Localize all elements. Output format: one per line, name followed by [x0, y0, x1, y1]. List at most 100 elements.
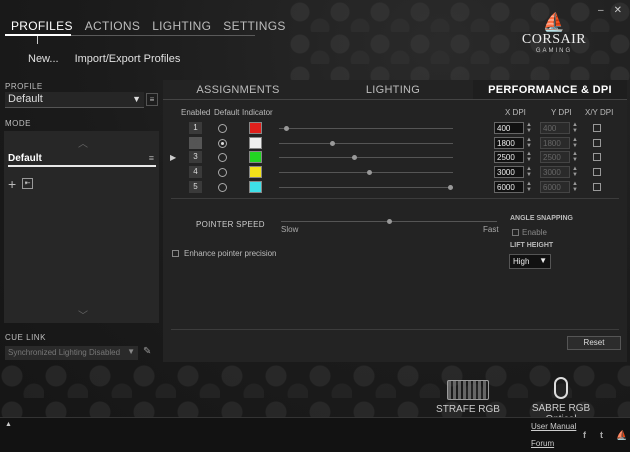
nav-tick [37, 36, 38, 44]
window-controls: – ✕ [598, 5, 622, 16]
corsair-small-icon[interactable]: ⛵ [616, 430, 627, 441]
close-icon[interactable]: ✕ [614, 5, 622, 16]
y-dpi-spinner-icon: ▲ ▼ [572, 151, 578, 163]
cue-link-value: Synchronized Lighting Disabled [8, 348, 121, 357]
tab-lighting[interactable]: LIGHTING [146, 17, 217, 35]
keyboard-icon [447, 380, 489, 400]
stage-default-radio[interactable] [218, 139, 227, 148]
twitter-icon[interactable]: t [600, 430, 603, 440]
x-dpi-spinner-icon[interactable]: ▲ ▼ [526, 122, 532, 134]
pointer-speed-fast: Fast [483, 225, 499, 234]
stage-indicator-color[interactable] [249, 166, 262, 178]
stage-xy-checkbox[interactable] [593, 139, 601, 147]
profile-menu-icon[interactable]: ≡ [146, 93, 158, 106]
profile-select[interactable]: Default ▼ [5, 92, 144, 108]
header-default: Default [214, 108, 240, 117]
stage-dpi-knob[interactable] [352, 155, 357, 160]
stage-dpi-slider[interactable] [279, 187, 453, 188]
x-dpi-spinner-icon[interactable]: ▲ ▼ [526, 181, 532, 193]
y-dpi-spinner-icon: ▲ ▼ [572, 181, 578, 193]
mode-label: MODE [5, 119, 31, 128]
new-profile-button[interactable]: New... [28, 53, 59, 65]
x-dpi-spinner-icon[interactable]: ▲ ▼ [526, 166, 532, 178]
tab-performance-dpi[interactable]: PERFORMANCE & DPI [473, 80, 627, 99]
stage-dpi-slider[interactable] [279, 128, 453, 129]
tab-actions[interactable]: ACTIONS [79, 17, 146, 35]
enhance-precision-checkbox[interactable] [172, 250, 179, 257]
cue-link-select[interactable]: Synchronized Lighting Disabled ▼ [5, 346, 138, 360]
device-strafe[interactable]: STRAFE RGB [436, 380, 500, 415]
stage-dpi-knob[interactable] [284, 126, 289, 131]
top-navigation: PROFILES ACTIONS LIGHTING SETTINGS [5, 17, 292, 35]
stage-x-dpi-input[interactable]: 2500 [494, 151, 524, 163]
tab-profiles[interactable]: PROFILES [5, 17, 79, 35]
forum-link[interactable]: Forum [531, 439, 554, 448]
import-mode-icon[interactable]: ⇤ [22, 178, 33, 189]
x-dpi-spinner-icon[interactable]: ▲ ▼ [526, 151, 532, 163]
stage-enabled-toggle[interactable]: 2 [189, 137, 202, 149]
scroll-up-icon[interactable]: ︿ [78, 135, 88, 150]
stage-indicator-color[interactable] [249, 181, 262, 193]
stage-dpi-slider[interactable] [279, 143, 453, 144]
stage-x-dpi-input[interactable]: 6000 [494, 181, 524, 193]
stage-y-dpi-input: 2500 [540, 151, 570, 163]
expand-up-icon[interactable]: ▲ [5, 421, 12, 428]
add-mode-icon[interactable]: + [8, 176, 16, 192]
stage-dpi-knob[interactable] [330, 141, 335, 146]
stage-xy-checkbox[interactable] [593, 153, 601, 161]
stage-enabled-toggle[interactable]: 1 [189, 122, 202, 134]
logo-brand: CORSAIR [521, 32, 587, 47]
stage-enabled-toggle[interactable]: 5 [189, 181, 202, 193]
angle-snapping-checkbox[interactable] [512, 229, 519, 236]
stage-default-radio[interactable] [218, 153, 227, 162]
dpi-stage-row: 1 400 ▲ ▼ 400 ▲ ▼ [163, 122, 627, 136]
stage-dpi-slider[interactable] [279, 157, 453, 158]
chevron-down-icon: ▼ [127, 347, 135, 356]
stage-xy-checkbox[interactable] [593, 183, 601, 191]
lift-height-select[interactable]: High ▼ [509, 254, 551, 269]
stage-default-radio[interactable] [218, 183, 227, 192]
stage-x-dpi-input[interactable]: 400 [494, 122, 524, 134]
header-ydpi: Y DPI [551, 108, 572, 117]
x-dpi-spinner-icon[interactable]: ▲ ▼ [526, 137, 532, 149]
stage-y-dpi-input: 400 [540, 122, 570, 134]
stage-dpi-knob[interactable] [448, 185, 453, 190]
stage-xy-checkbox[interactable] [593, 168, 601, 176]
stage-xy-checkbox[interactable] [593, 124, 601, 132]
lift-height-title: LIFT HEIGHT [510, 242, 554, 249]
facebook-icon[interactable]: f [583, 430, 586, 440]
stage-dpi-knob[interactable] [367, 170, 372, 175]
corsair-sails-icon: ⛵ [542, 12, 566, 32]
corsair-logo: ⛵ CORSAIR GAMING [514, 12, 594, 54]
stage-x-dpi-input[interactable]: 1800 [494, 137, 524, 149]
mode-item-default[interactable]: Default ≡ [8, 151, 156, 167]
tabs-divider [163, 99, 627, 100]
user-manual-link[interactable]: User Manual [531, 422, 576, 431]
tab-lighting-main[interactable]: LIGHTING [313, 80, 473, 99]
reset-button[interactable]: Reset [567, 336, 621, 350]
mode-menu-icon[interactable]: ≡ [149, 153, 154, 163]
tab-assignments[interactable]: ASSIGNMENTS [163, 80, 313, 99]
stage-enabled-toggle[interactable]: 4 [189, 166, 202, 178]
chevron-down-icon: ▼ [132, 94, 141, 104]
enhance-precision-label: Enhance pointer precision [184, 249, 277, 258]
cue-app-window: – ✕ PROFILES ACTIONS LIGHTING SETTINGS N… [0, 0, 630, 452]
scroll-down-icon[interactable]: ﹀ [78, 307, 88, 322]
stage-default-radio[interactable] [218, 124, 227, 133]
import-export-button[interactable]: Import/Export Profiles [75, 53, 181, 65]
stage-dpi-slider[interactable] [279, 172, 453, 173]
divider [171, 198, 619, 199]
stage-enabled-toggle[interactable]: 3 [189, 151, 202, 163]
stage-x-dpi-input[interactable]: 3000 [494, 166, 524, 178]
minimize-icon[interactable]: – [598, 5, 604, 16]
device-name: STRAFE RGB [436, 404, 500, 415]
stage-indicator-color[interactable] [249, 151, 262, 163]
stage-default-radio[interactable] [218, 168, 227, 177]
stage-indicator-color[interactable] [249, 137, 262, 149]
pointer-speed-knob[interactable] [387, 219, 392, 224]
stage-indicator-color[interactable] [249, 122, 262, 134]
pencil-icon[interactable]: ✎ [143, 346, 151, 357]
tab-settings[interactable]: SETTINGS [217, 17, 291, 35]
mouse-icon [554, 377, 568, 399]
mode-panel: ︿ Default ≡ ﹀ [4, 131, 159, 323]
